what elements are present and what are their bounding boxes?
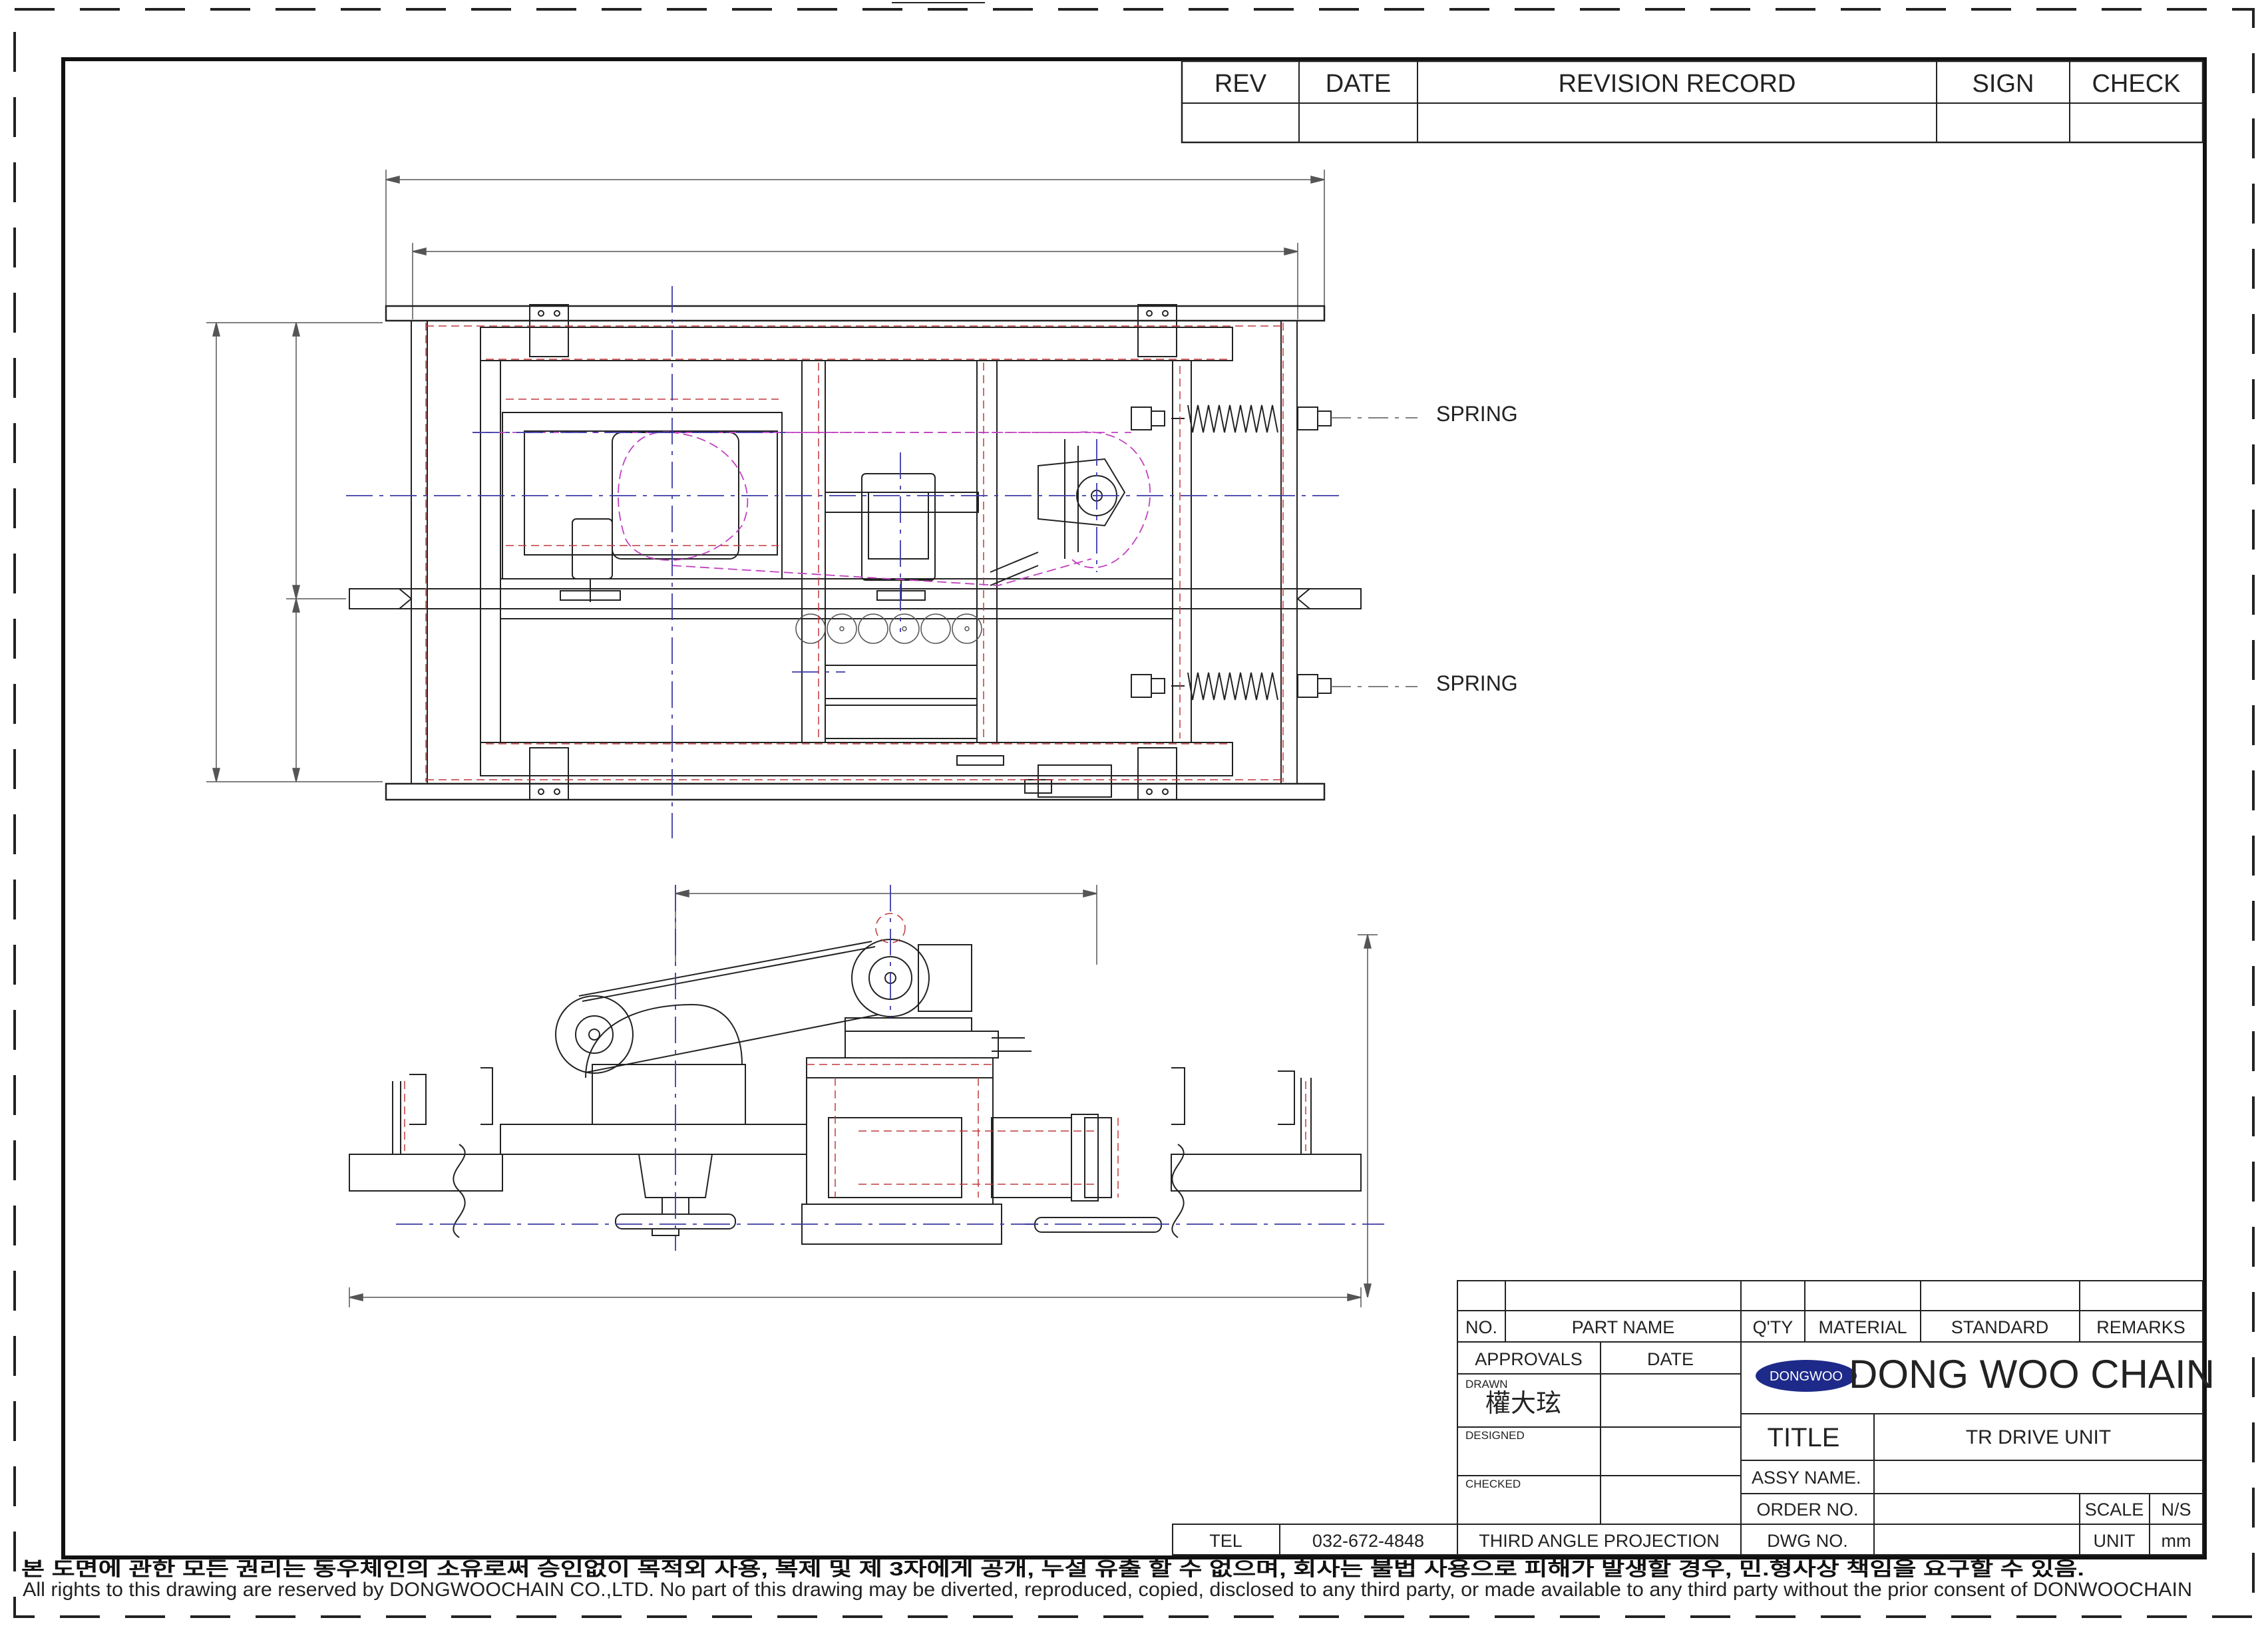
tel-value: 032-672-4848 xyxy=(1312,1531,1424,1551)
parts-remarks-header: REMARKS xyxy=(2096,1317,2185,1337)
title-value: TR DRIVE UNIT xyxy=(1966,1426,2111,1448)
approvals-label: APPROVALS xyxy=(1475,1349,1583,1369)
spring-upper-graphic xyxy=(1131,405,1332,433)
unit-label: UNIT xyxy=(2094,1531,2136,1551)
parts-standard-header: STANDARD xyxy=(1951,1317,2049,1337)
drawn-by-name: 權大玹 xyxy=(1485,1390,1561,1418)
company-name: DONG WOO CHAIN xyxy=(1849,1352,2215,1396)
drawn-label: DRAWN xyxy=(1465,1378,1508,1390)
title-block-text: NO. PART NAME Q'TY MATERIAL STANDARD REM… xyxy=(1209,1317,2215,1551)
elevation-centerlines xyxy=(396,885,1384,1251)
footer-korean-notice: 본 도면에 관한 모든 권리는 동우체인의 소유로써 승인없이 목적외 사용, … xyxy=(21,1558,2084,1580)
scale-value: N/S xyxy=(2161,1500,2191,1520)
approvals-date-label: DATE xyxy=(1647,1349,1694,1369)
plan-view xyxy=(206,170,1418,838)
dwg-no-label: DWG NO. xyxy=(1767,1531,1848,1551)
elevation-view xyxy=(349,885,1384,1307)
title-label: TITLE xyxy=(1768,1423,1840,1452)
projection-label: THIRD ANGLE PROJECTION xyxy=(1479,1531,1720,1551)
date-header: DATE xyxy=(1326,70,1392,98)
parts-no-header: NO. xyxy=(1465,1317,1497,1337)
designed-label: DESIGNED xyxy=(1465,1429,1525,1442)
engineering-drawing-sheet: REV DATE REVISION RECORD SIGN CHECK SPRI… xyxy=(13,2,2255,1618)
company-logo-text: DONGWOO xyxy=(1770,1369,1843,1384)
plan-chain-path xyxy=(472,431,1151,586)
spring-callout-upper: SPRING xyxy=(1436,402,1518,426)
spring-callout-lower: SPRING xyxy=(1436,671,1518,695)
assy-name-label: ASSY NAME. xyxy=(1752,1468,1861,1488)
checked-label: CHECKED xyxy=(1465,1478,1521,1490)
revision-block: REV DATE REVISION RECORD SIGN CHECK xyxy=(1181,60,2204,144)
rev-header: REV xyxy=(1215,70,1267,98)
parts-name-header: PART NAME xyxy=(1572,1317,1675,1337)
tel-label: TEL xyxy=(1209,1531,1242,1551)
unit-value: mm xyxy=(2162,1531,2191,1551)
order-no-label: ORDER NO. xyxy=(1756,1500,1858,1520)
parts-qty-header: Q'TY xyxy=(1753,1317,1794,1337)
plan-centerlines xyxy=(346,286,1344,838)
revision-record-header: REVISION RECORD xyxy=(1559,70,1796,98)
plan-dimensions xyxy=(206,170,1325,782)
sign-header: SIGN xyxy=(1973,70,2034,98)
company-logo: DONGWOO xyxy=(1756,1360,1857,1392)
plan-hidden-lines xyxy=(425,323,1284,782)
check-header: CHECK xyxy=(2092,70,2180,98)
footer-english-notice: All rights to this drawing are reserved … xyxy=(23,1579,2192,1601)
parts-material-header: MATERIAL xyxy=(1818,1317,1907,1337)
scale-label: SCALE xyxy=(2085,1500,2144,1520)
spring-lower-graphic xyxy=(1131,672,1332,701)
